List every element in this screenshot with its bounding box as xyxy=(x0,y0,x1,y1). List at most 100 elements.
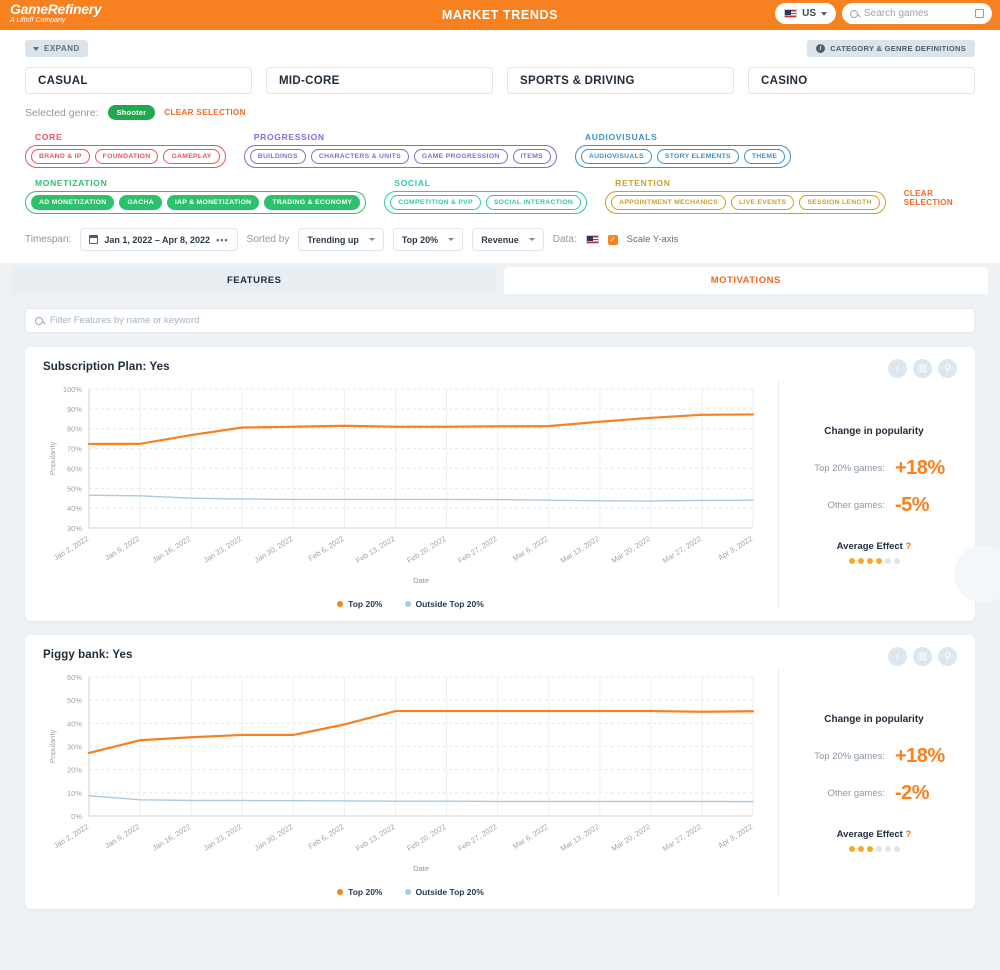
more-options-icon[interactable]: ••• xyxy=(216,235,228,245)
group-label: AUDIOVISUALS xyxy=(584,132,658,142)
segment-select[interactable]: Top 20% xyxy=(392,228,464,251)
country-selector[interactable]: US xyxy=(775,3,836,24)
chevron-down-icon xyxy=(33,46,39,51)
effect-dot xyxy=(875,558,882,564)
bar-chart-icon[interactable]: ▥ xyxy=(913,647,932,666)
group-chip-ring: AD MONETIZATION GACHA IAP & MONETIZATION TR… xyxy=(25,191,367,214)
chip-foundation[interactable]: FOUNDATION xyxy=(94,149,159,164)
info-icon[interactable]: i xyxy=(888,647,907,666)
info-icon[interactable]: i xyxy=(888,359,907,378)
chip-gameplay[interactable]: GAMEPLAY xyxy=(163,149,220,164)
timespan-picker[interactable]: Jan 1, 2022 – Apr 8, 2022 ••• xyxy=(80,228,238,251)
key-icon[interactable]: ⚲ xyxy=(938,359,957,378)
selected-genre-chip[interactable]: Shooter xyxy=(107,105,156,120)
chip-gacha[interactable]: GACHA xyxy=(119,195,162,210)
svg-text:60%: 60% xyxy=(67,673,82,682)
legend-outside-top20[interactable]: Outside Top 20% xyxy=(404,599,484,609)
group-label: MONETIZATION xyxy=(35,178,108,188)
svg-text:Jan 16, 2022: Jan 16, 2022 xyxy=(151,822,193,853)
chip-trading-economy[interactable]: TRADING & ECONOMY xyxy=(264,195,361,210)
main-tabs: FEATURES MOTIVATIONS xyxy=(0,263,1000,294)
category-tabs: CASUAL MID-CORE SPORTS & DRIVING CASINO xyxy=(25,67,975,94)
search-icon xyxy=(35,316,43,325)
svg-text:50%: 50% xyxy=(67,696,82,705)
timespan-row: Timespan: Jan 1, 2022 – Apr 8, 2022 ••• … xyxy=(25,228,975,263)
svg-text:Feb 6, 2022: Feb 6, 2022 xyxy=(307,534,346,563)
chart-svg: 30% 40% 50% 60% 70% 80% 90% 100% Jan 2, 2022 Jan … xyxy=(48,385,755,585)
external-link-icon[interactable] xyxy=(975,9,984,18)
sort-select[interactable]: Trending up xyxy=(298,228,384,251)
chip-audiovisuals[interactable]: AUDIOVISUALS xyxy=(580,149,652,164)
data-label: Data: xyxy=(552,234,577,245)
filter-group-audiovisuals: AUDIOVISUALS AUDIOVISUALS STORY ELEMENTS TH… xyxy=(574,132,792,168)
bar-chart-icon[interactable]: ▥ xyxy=(913,359,932,378)
svg-text:10%: 10% xyxy=(67,789,82,798)
search-icon xyxy=(850,9,858,18)
chip-iap-monetization[interactable]: IAP & MONETIZATION xyxy=(166,195,260,210)
category-casino[interactable]: CASINO xyxy=(748,67,975,94)
calendar-icon xyxy=(89,235,99,244)
svg-text:Mar 27, 2022: Mar 27, 2022 xyxy=(661,822,703,853)
chip-social-interaction[interactable]: SOCIAL INTERACTION xyxy=(485,195,582,210)
chip-brand-ip[interactable]: BRAND & IP xyxy=(31,149,90,164)
feature-card: Subscription Plan: Yes i ▥ ⚲ 30% 40% 50% 60% 70%… xyxy=(25,347,975,621)
app-logo[interactable]: GameRefinery A Liftoff Company xyxy=(10,2,102,24)
category-casual[interactable]: CASUAL xyxy=(25,67,252,94)
svg-text:Date: Date xyxy=(413,864,429,873)
chip-characters-units[interactable]: CHARACTERS & UNITS xyxy=(310,149,409,164)
filter-group-core: CORE BRAND & IP FOUNDATION GAMEPLAY xyxy=(25,132,226,168)
metric-value: Revenue xyxy=(481,234,519,245)
chip-theme[interactable]: THEME xyxy=(743,149,786,164)
chip-story-elements[interactable]: STORY ELEMENTS xyxy=(656,149,739,164)
stats-panel: Change in popularity Top 20% games: +18% Ot… xyxy=(778,381,959,609)
us-flag-icon[interactable] xyxy=(585,235,599,244)
stat-other: Other games: -2% xyxy=(789,782,959,805)
key-icon[interactable]: ⚲ xyxy=(938,647,957,666)
chip-buildings[interactable]: BUILDINGS xyxy=(249,149,306,164)
chip-appointment-mechanics[interactable]: APPOINTMENT MECHANICS xyxy=(611,195,726,210)
filter-group-retention: RETENTION APPOINTMENT MECHANICS LIVE EVENT… xyxy=(605,178,886,214)
svg-text:Feb 27, 2022: Feb 27, 2022 xyxy=(456,534,498,565)
clear-selection-link[interactable]: CLEAR SELECTION xyxy=(164,108,246,117)
svg-text:Jan 9, 2022: Jan 9, 2022 xyxy=(103,822,141,850)
chip-competition-pvp[interactable]: COMPETITION & PVP xyxy=(390,195,481,210)
group-chip-ring: APPOINTMENT MECHANICS LIVE EVENTS SESSION … xyxy=(605,191,886,214)
svg-text:Date: Date xyxy=(413,576,429,585)
legend-top20[interactable]: Top 20% xyxy=(337,599,383,609)
stat-other-label: Other games: xyxy=(827,500,885,511)
search-games-input[interactable]: Search games xyxy=(842,3,992,24)
chip-game-progression[interactable]: GAME PROGRESSION xyxy=(413,149,508,164)
filter-features-placeholder: Filter Features by name or keyword xyxy=(50,315,200,326)
chip-ad-monetization[interactable]: AD MONETIZATION xyxy=(31,195,115,210)
category-genre-definitions-button[interactable]: i CATEGORY & GENRE DEFINITIONS xyxy=(807,40,975,57)
stats-heading: Change in popularity xyxy=(824,714,924,725)
card-title: Subscription Plan: Yes xyxy=(43,361,170,373)
stat-top20-value: +18% xyxy=(895,457,945,479)
expand-row: EXPAND i CATEGORY & GENRE DEFINITIONS xyxy=(25,40,975,57)
svg-text:Jan 23, 2022: Jan 23, 2022 xyxy=(202,822,244,853)
logo-subtitle: A Liftoff Company xyxy=(10,17,66,24)
legend-outside-top20[interactable]: Outside Top 20% xyxy=(404,887,484,897)
tab-motivations[interactable]: MOTIVATIONS xyxy=(503,267,988,294)
scale-y-axis-checkbox[interactable]: ✓ xyxy=(607,234,618,245)
tab-features[interactable]: FEATURES xyxy=(12,267,497,294)
category-sports-driving[interactable]: SPORTS & DRIVING xyxy=(507,67,734,94)
chip-items[interactable]: ITEMS xyxy=(512,149,551,164)
feature-group-filters: CORE BRAND & IP FOUNDATION GAMEPLAY PROGRESS… xyxy=(25,132,975,214)
clear-selection-link-bottom[interactable]: CLEAR SELECTION xyxy=(904,189,975,207)
legend-top20[interactable]: Top 20% xyxy=(337,887,383,897)
svg-text:Mar 20, 2022: Mar 20, 2022 xyxy=(610,534,652,565)
help-icon[interactable]: ? xyxy=(906,541,912,552)
filter-features-input[interactable]: Filter Features by name or keyword xyxy=(25,308,975,333)
svg-text:Mar 13, 2022: Mar 13, 2022 xyxy=(559,822,601,853)
filter-group-social: SOCIAL COMPETITION & PVP SOCIAL INTERACTIO… xyxy=(384,178,588,214)
sort-value: Trending up xyxy=(307,234,359,245)
expand-button[interactable]: EXPAND xyxy=(25,40,88,57)
svg-text:0%: 0% xyxy=(71,812,82,821)
category-midcore[interactable]: MID-CORE xyxy=(266,67,493,94)
metric-select[interactable]: Revenue xyxy=(472,228,544,251)
chip-live-events[interactable]: LIVE EVENTS xyxy=(730,195,795,210)
help-icon[interactable]: ? xyxy=(906,829,912,840)
svg-text:Feb 20, 2022: Feb 20, 2022 xyxy=(405,534,447,565)
chip-session-length[interactable]: SESSION LENGTH xyxy=(799,195,880,210)
